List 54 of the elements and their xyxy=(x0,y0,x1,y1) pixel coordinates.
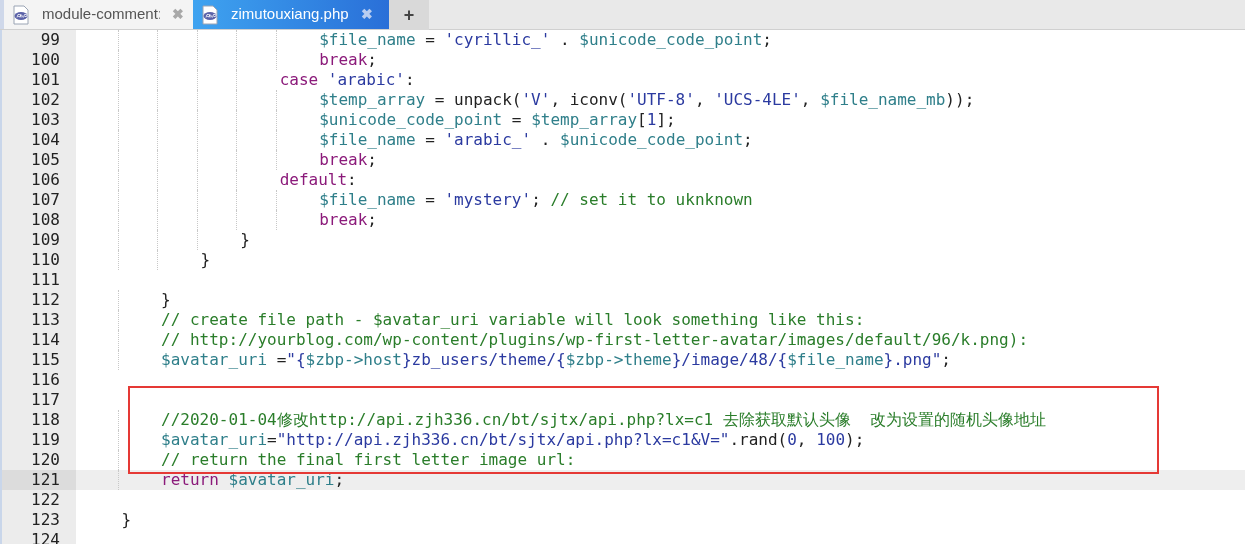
line-number: 105 xyxy=(31,149,60,171)
line-number: 109 xyxy=(31,229,60,251)
file-tab[interactable]: zimutouxiang.php ✖ xyxy=(193,0,389,29)
line-number: 114 xyxy=(31,329,60,351)
line-number: 100 xyxy=(31,49,60,71)
line-number: 119 xyxy=(31,429,60,451)
code-line: break; xyxy=(83,50,377,70)
line-number: 118 xyxy=(31,409,60,431)
code-line: } xyxy=(83,290,171,310)
tab-label: module-comment: xyxy=(42,4,160,25)
code-line: $file_name = 'mystery'; // set it to uknknown xyxy=(83,190,753,210)
line-number: 102 xyxy=(31,89,60,111)
code-line: $avatar_uri="http://api.zjh336.cn/bt/sjtx/api.php?lx=c1&V=".rand(0, 100); xyxy=(83,430,865,450)
line-number: 123 xyxy=(31,509,60,531)
line-number: 121 xyxy=(31,469,60,491)
line-number: 122 xyxy=(31,489,60,511)
code-line: } xyxy=(120,510,132,530)
code-line: $temp_array = unpack('V', iconv('UTF-8', 'UCS-4LE', $file_name_mb)); xyxy=(83,90,975,110)
line-number: 112 xyxy=(31,289,60,311)
line-number: 107 xyxy=(31,189,60,211)
close-tab-button[interactable]: ✖ xyxy=(172,4,184,25)
code-line: default: xyxy=(83,170,357,190)
tab-label: zimutouxiang.php xyxy=(231,4,349,25)
line-number: 104 xyxy=(31,129,60,151)
code-line: break; xyxy=(83,210,377,230)
line-number: 101 xyxy=(31,69,60,91)
code-line: case 'arabic': xyxy=(83,70,415,90)
code-line: $file_name = 'arabic_' . $unicode_code_point; xyxy=(83,130,753,150)
line-number: 108 xyxy=(31,209,60,231)
line-number: 113 xyxy=(31,309,60,331)
line-number: 106 xyxy=(31,169,60,191)
code-line: } xyxy=(83,230,250,250)
line-number: 120 xyxy=(31,449,60,471)
code-line: // create file path - $avatar_uri variable will look something like this: xyxy=(83,310,865,330)
file-tab[interactable]: module-comment: ✖ xyxy=(0,0,193,29)
line-number: 110 xyxy=(31,249,60,271)
close-tab-button[interactable]: ✖ xyxy=(361,4,373,25)
code-line: //2020-01-04修改http://api.zjh336.cn/bt/sjtx/api.php?lx=c1 去除获取默认头像 改为设置的随机头像地址 xyxy=(83,410,1047,430)
line-number: 117 xyxy=(31,389,60,411)
line-number: 99 xyxy=(40,29,60,51)
line-number: 111 xyxy=(31,269,60,291)
code-line: // http://yourblog.com/wp-content/plugins/wp-first-letter-avatar/images/default/96/k.png): xyxy=(83,330,1028,350)
code-line: $file_name = 'cyrillic_' . $unicode_code_point; xyxy=(83,30,772,50)
code-line: $unicode_code_point = $temp_array[1]; xyxy=(83,110,676,130)
line-number: 103 xyxy=(31,109,60,131)
new-tab-button[interactable]: + xyxy=(389,0,429,30)
line-number: 116 xyxy=(31,369,60,391)
code-line: } xyxy=(83,250,211,270)
code-line: break; xyxy=(83,150,377,170)
php-file-icon xyxy=(201,4,219,25)
code-line: $avatar_uri ="{$zbp->host}zb_users/theme/{$zbp->theme}/image/48/{$file_name}.png"; xyxy=(83,350,951,370)
line-number: 115 xyxy=(31,349,60,371)
code-line: return $avatar_uri; xyxy=(83,470,345,490)
php-file-icon xyxy=(12,4,30,25)
